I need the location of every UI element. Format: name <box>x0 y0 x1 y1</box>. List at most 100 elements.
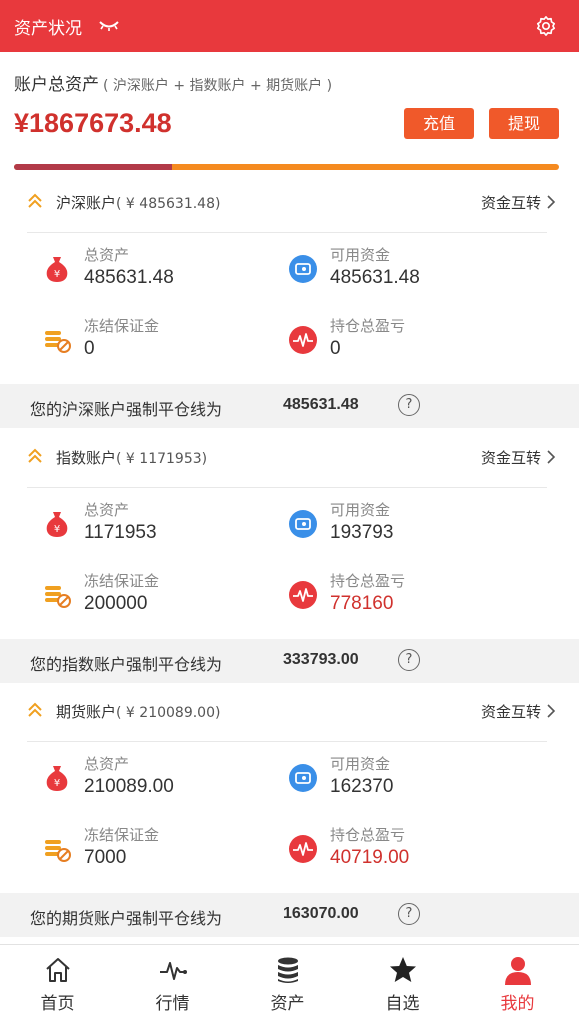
cell-label: 可用资金 <box>330 755 391 773</box>
wallet-icon <box>289 510 317 538</box>
withdraw-button[interactable]: 提现 <box>489 108 559 139</box>
cell-label: 冻结保证金 <box>84 572 160 590</box>
cell-value: 778160 <box>330 593 394 614</box>
cell-value: 0 <box>330 338 341 359</box>
tab-watchlist[interactable]: 自选 <box>345 945 460 1024</box>
wallet-icon <box>289 255 317 283</box>
cell-label: 持仓总盈亏 <box>330 826 406 844</box>
help-icon[interactable]: ? <box>398 649 420 671</box>
fund-transfer-link[interactable]: 资金互转 <box>481 701 541 722</box>
liquidation-value: 163070.00 <box>283 905 359 922</box>
cell-value: 485631.48 <box>84 267 174 288</box>
total-assets-cell: ¥ 总资产 1171953 <box>42 499 282 559</box>
tab-market[interactable]: 行情 <box>115 945 230 1024</box>
chevron-right-icon[interactable] <box>545 194 557 210</box>
frozen-margin-cell: 冻结保证金 200000 <box>42 570 282 630</box>
frozen-margin-cell: 冻结保证金 7000 <box>42 824 282 884</box>
tab-home[interactable]: 首页 <box>0 945 115 1024</box>
liquidation-line-bar: 您的沪深账户强制平仓线为 485631.48 ? <box>0 384 579 428</box>
account-amount: ( ¥ 1171953) <box>116 451 208 467</box>
divider <box>27 487 547 488</box>
cell-label: 总资产 <box>84 755 130 773</box>
cell-value: 7000 <box>84 847 127 868</box>
cell-value: 485631.48 <box>330 267 420 288</box>
tab-assets-label: 资产 <box>270 994 305 1014</box>
money-bag-icon: ¥ <box>46 766 68 791</box>
cell-label: 冻结保证金 <box>84 826 160 844</box>
profit-loss-icon <box>289 581 317 609</box>
frozen-coins-icon <box>45 840 71 862</box>
available-funds-cell: 可用资金 193793 <box>288 499 528 559</box>
double-chevron-up-icon[interactable] <box>26 447 44 465</box>
svg-text:¥: ¥ <box>54 269 60 280</box>
account-amount: ( ¥ 485631.48) <box>116 196 221 212</box>
total-assets-label: 账户总资产( 沪深账户 + 指数账户 + 期货账户 ) <box>14 70 332 95</box>
double-chevron-up-icon[interactable] <box>26 192 44 210</box>
svg-text:¥: ¥ <box>54 778 60 789</box>
available-funds-cell: 可用资金 485631.48 <box>288 244 528 304</box>
account-name-text: 指数账户 <box>56 449 117 467</box>
cell-label: 持仓总盈亏 <box>330 317 406 335</box>
position-pnl-cell: 持仓总盈亏 778160 <box>288 570 528 630</box>
chevron-right-icon[interactable] <box>545 449 557 465</box>
tab-assets[interactable]: 资产 <box>230 945 345 1024</box>
account-name-text: 期货账户 <box>56 703 117 721</box>
page-title: 资产状况 <box>14 18 82 39</box>
account-name: 沪深账户( ¥ 485631.48) <box>56 192 220 213</box>
double-chevron-up-icon[interactable] <box>26 701 44 719</box>
tab-home-label: 首页 <box>40 994 75 1014</box>
account-section: 指数账户( ¥ 1171953) 资金互转 ¥ 总资产 1171953 可用资金… <box>0 431 579 686</box>
account-header: 指数账户( ¥ 1171953) 资金互转 <box>0 431 579 483</box>
database-icon <box>278 957 298 983</box>
liquidation-line-bar: 您的指数账户强制平仓线为 333793.00 ? <box>0 639 579 683</box>
liquidation-line-bar: 您的期货账户强制平仓线为 163070.00 ? <box>0 893 579 937</box>
account-section: 期货账户( ¥ 210089.00) 资金互转 ¥ 总资产 210089.00 … <box>0 685 579 940</box>
cell-value: 193793 <box>330 522 394 543</box>
money-bag-icon: ¥ <box>46 257 68 282</box>
profit-loss-icon <box>289 835 317 863</box>
total-assets-cell: ¥ 总资产 210089.00 <box>42 753 282 813</box>
help-icon[interactable]: ? <box>398 903 420 925</box>
cell-label: 可用资金 <box>330 501 391 519</box>
total-assets-title: 账户总资产 <box>14 75 99 95</box>
liquidation-value: 333793.00 <box>283 651 359 668</box>
chevron-right-icon[interactable] <box>545 703 557 719</box>
top-header: 资产状况 <box>0 0 579 52</box>
eye-closed-icon[interactable] <box>98 19 120 33</box>
account-section: 沪深账户( ¥ 485631.48) 资金互转 ¥ 总资产 485631.48 … <box>0 176 579 431</box>
position-pnl-cell: 持仓总盈亏 40719.00 <box>288 824 528 884</box>
frozen-coins-icon <box>45 331 71 353</box>
cell-value: 1171953 <box>84 522 157 543</box>
recharge-button[interactable]: 充值 <box>404 108 474 139</box>
frozen-coins-icon <box>45 586 71 608</box>
total-assets-sublabel: ( 沪深账户 + 指数账户 + 期货账户 ) <box>103 78 333 94</box>
cell-label: 可用资金 <box>330 246 391 264</box>
asset-progress-bar <box>14 164 559 170</box>
total-assets-cell: ¥ 总资产 485631.48 <box>42 244 282 304</box>
star-icon <box>390 957 416 982</box>
user-icon <box>505 957 531 985</box>
available-funds-cell: 可用资金 162370 <box>288 753 528 813</box>
cell-value: 40719.00 <box>330 847 410 868</box>
liquidation-text: 您的期货账户强制平仓线为 <box>30 909 223 928</box>
frozen-margin-cell: 冻结保证金 0 <box>42 315 282 375</box>
cell-label: 总资产 <box>84 246 130 264</box>
liquidation-text: 您的沪深账户强制平仓线为 <box>30 400 223 419</box>
gear-icon[interactable] <box>535 15 557 37</box>
tab-market-label: 行情 <box>155 994 190 1014</box>
total-assets-summary: 账户总资产( 沪深账户 + 指数账户 + 期货账户 ) ¥1867673.48 … <box>0 52 579 174</box>
account-name: 期货账户( ¥ 210089.00) <box>56 701 220 722</box>
help-icon[interactable]: ? <box>398 394 420 416</box>
divider <box>27 232 547 233</box>
cell-value: 0 <box>84 338 95 359</box>
bottom-tab-bar: 首页 行情 资产 自选 我的 <box>0 944 579 1024</box>
money-bag-icon: ¥ <box>46 512 68 537</box>
cell-label: 总资产 <box>84 501 130 519</box>
tab-mine[interactable]: 我的 <box>460 945 575 1024</box>
cell-value: 210089.00 <box>84 776 174 797</box>
cell-value: 162370 <box>330 776 394 797</box>
account-name-text: 沪深账户 <box>56 194 117 212</box>
fund-transfer-link[interactable]: 资金互转 <box>481 192 541 213</box>
fund-transfer-link[interactable]: 资金互转 <box>481 447 541 468</box>
wallet-icon <box>289 764 317 792</box>
